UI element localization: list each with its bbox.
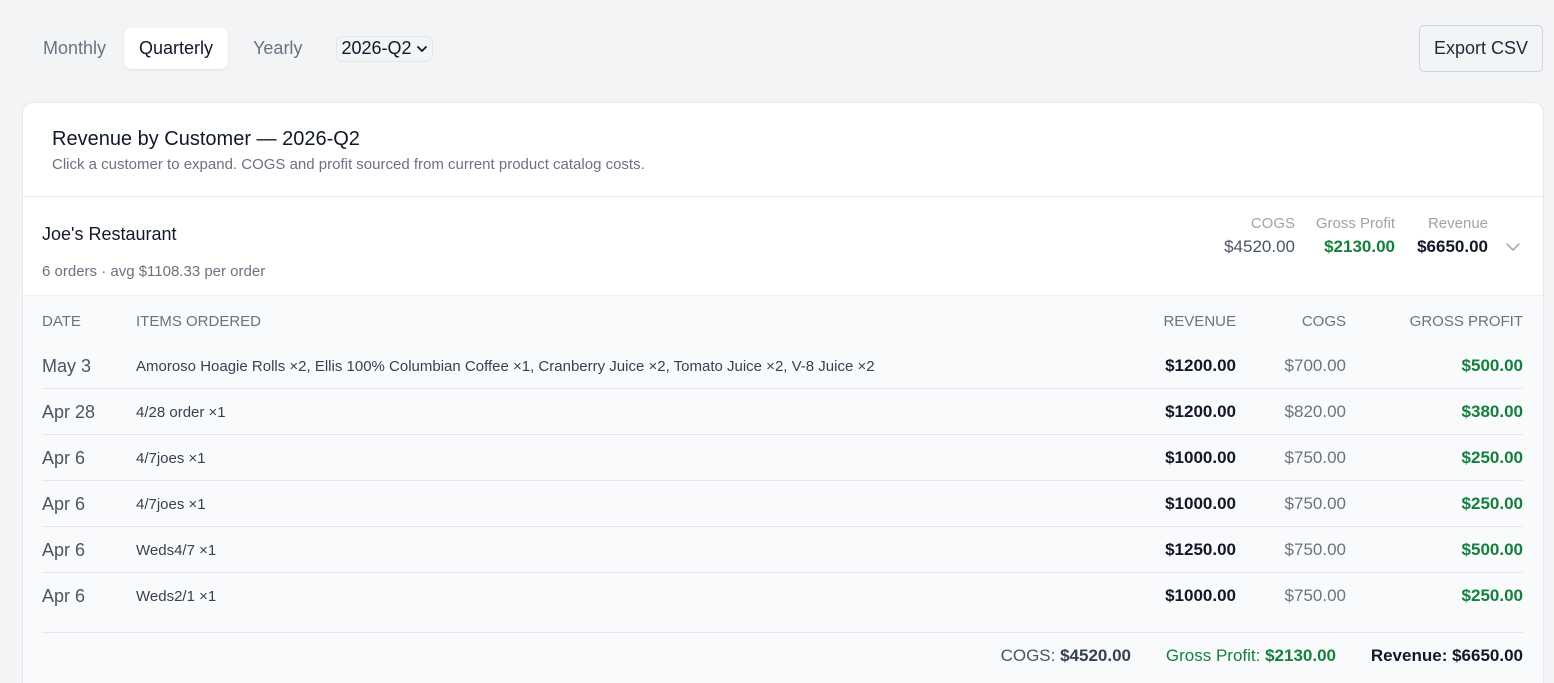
chevron-down-icon[interactable] [1505,239,1521,255]
customer-row[interactable]: Joe's Restaurant 6 orders · avg $1108.33… [23,197,1543,296]
order-gross-profit: $250.00 [1461,586,1523,605]
total-revenue-label: Revenue: [1370,646,1448,665]
orders-panel: DATE ITEMS ORDERED REVENUE COGS GROSS PR… [23,296,1543,683]
customer-meta: 6 orders · avg $1108.33 per order [42,263,266,280]
order-revenue: $1000.00 [1165,586,1236,605]
customer-revenue: Revenue $6650.00 [1417,215,1488,259]
order-revenue: $1000.00 [1165,448,1236,467]
order-cogs: $750.00 [1284,494,1346,513]
order-gross-profit: $250.00 [1461,448,1523,467]
order-revenue: $1200.00 [1165,356,1236,375]
tab-yearly[interactable]: Yearly [234,28,317,69]
revenue-card: Revenue by Customer — 2026-Q2 Click a cu… [23,103,1543,683]
col-header-date: DATE [42,313,81,330]
order-date: Apr 6 [42,494,86,514]
total-revenue-value: $6650.00 [1452,646,1523,665]
order-gross-profit: $380.00 [1461,402,1523,421]
total-gross-profit-label: Gross Profit: [1165,646,1261,665]
table-row: May 3 Amoroso Hoagie Rolls ×2, Ellis 100… [42,343,1523,389]
order-cogs: $750.00 [1284,586,1346,605]
col-header-items: ITEMS ORDERED [136,313,262,330]
table-row: Apr 6 4/7joes ×1 $1000.00 $750.00 $250.0… [42,481,1523,527]
total-revenue: Revenue: $6650.00 [1371,646,1523,666]
tab-monthly[interactable]: Monthly [24,28,121,69]
export-csv-button[interactable]: Export CSV [1419,25,1543,72]
total-cogs: COGS: $4520.00 [1001,646,1131,666]
period-select[interactable]: 2026-Q2 [337,36,432,61]
orders-totals: COGS: $4520.00 Gross Profit: $2130.00 Re… [42,632,1523,683]
gross-profit-label: Gross Profit [1315,215,1395,232]
customer-name: Joe's Restaurant [42,224,177,244]
period-select-value: 2026-Q2 [341,38,412,58]
order-gross-profit: $500.00 [1461,356,1523,375]
order-cogs: $750.00 [1284,448,1346,467]
card-title: Revenue by Customer — 2026-Q2 [52,128,360,150]
order-cogs: $820.00 [1284,402,1346,421]
order-revenue: $1200.00 [1165,402,1236,421]
order-date: Apr 6 [42,448,86,468]
revenue-value: $6650.00 [1417,237,1488,256]
gross-profit-value: $2130.00 [1324,237,1395,256]
total-cogs-label: COGS: [1000,646,1056,665]
toolbar: Monthly Quarterly Yearly 2026-Q2 Export … [0,0,1554,96]
table-row: Apr 6 4/7joes ×1 $1000.00 $750.00 $250.0… [42,435,1523,481]
tab-quarterly[interactable]: Quarterly [124,28,229,69]
order-date: Apr 28 [42,402,96,422]
order-date: Apr 6 [42,586,86,606]
col-header-gross-profit: GROSS PROFIT [1409,313,1523,330]
order-items: 4/7joes ×1 [136,496,206,513]
customer-cogs: COGS $4520.00 [1224,215,1295,259]
order-cogs: $700.00 [1284,356,1346,375]
table-row: Apr 28 4/28 order ×1 $1200.00 $820.00 $3… [42,389,1523,435]
col-header-cogs: COGS [1301,313,1346,330]
order-items: Weds4/7 ×1 [136,542,217,559]
total-gross-profit: Gross Profit: $2130.00 [1166,646,1336,666]
order-gross-profit: $250.00 [1461,494,1523,513]
cogs-value: $4520.00 [1224,237,1295,256]
card-header: Revenue by Customer — 2026-Q2 Click a cu… [23,103,1543,197]
order-items: 4/28 order ×1 [136,404,226,421]
order-items: Weds2/1 ×1 [136,588,217,605]
order-items: Amoroso Hoagie Rolls ×2, Ellis 100% Colu… [136,358,875,375]
revenue-label: Revenue [1427,215,1488,232]
order-items: 4/7joes ×1 [136,450,206,467]
total-gross-profit-value: $2130.00 [1265,646,1336,665]
order-cogs: $750.00 [1284,540,1346,559]
card-subtitle: Click a customer to expand. COGS and pro… [52,156,645,173]
table-row: Apr 6 Weds4/7 ×1 $1250.00 $750.00 $500.0… [42,527,1523,573]
order-revenue: $1000.00 [1165,494,1236,513]
order-revenue: $1250.00 [1165,540,1236,559]
col-header-revenue: REVENUE [1163,313,1236,330]
period-tabs: Monthly Quarterly Yearly 2026-Q2 [24,28,432,69]
order-date: Apr 6 [42,540,86,560]
total-cogs-value: $4520.00 [1060,646,1131,665]
customer-gross-profit: Gross Profit $2130.00 [1316,215,1395,259]
chevron-down-icon [416,45,427,52]
table-row: Apr 6 Weds2/1 ×1 $1000.00 $750.00 $250.0… [42,573,1523,619]
orders-table-header: DATE ITEMS ORDERED REVENUE COGS GROSS PR… [42,296,1523,343]
order-date: May 3 [42,356,92,376]
cogs-label: COGS [1250,215,1295,232]
order-gross-profit: $500.00 [1461,540,1523,559]
